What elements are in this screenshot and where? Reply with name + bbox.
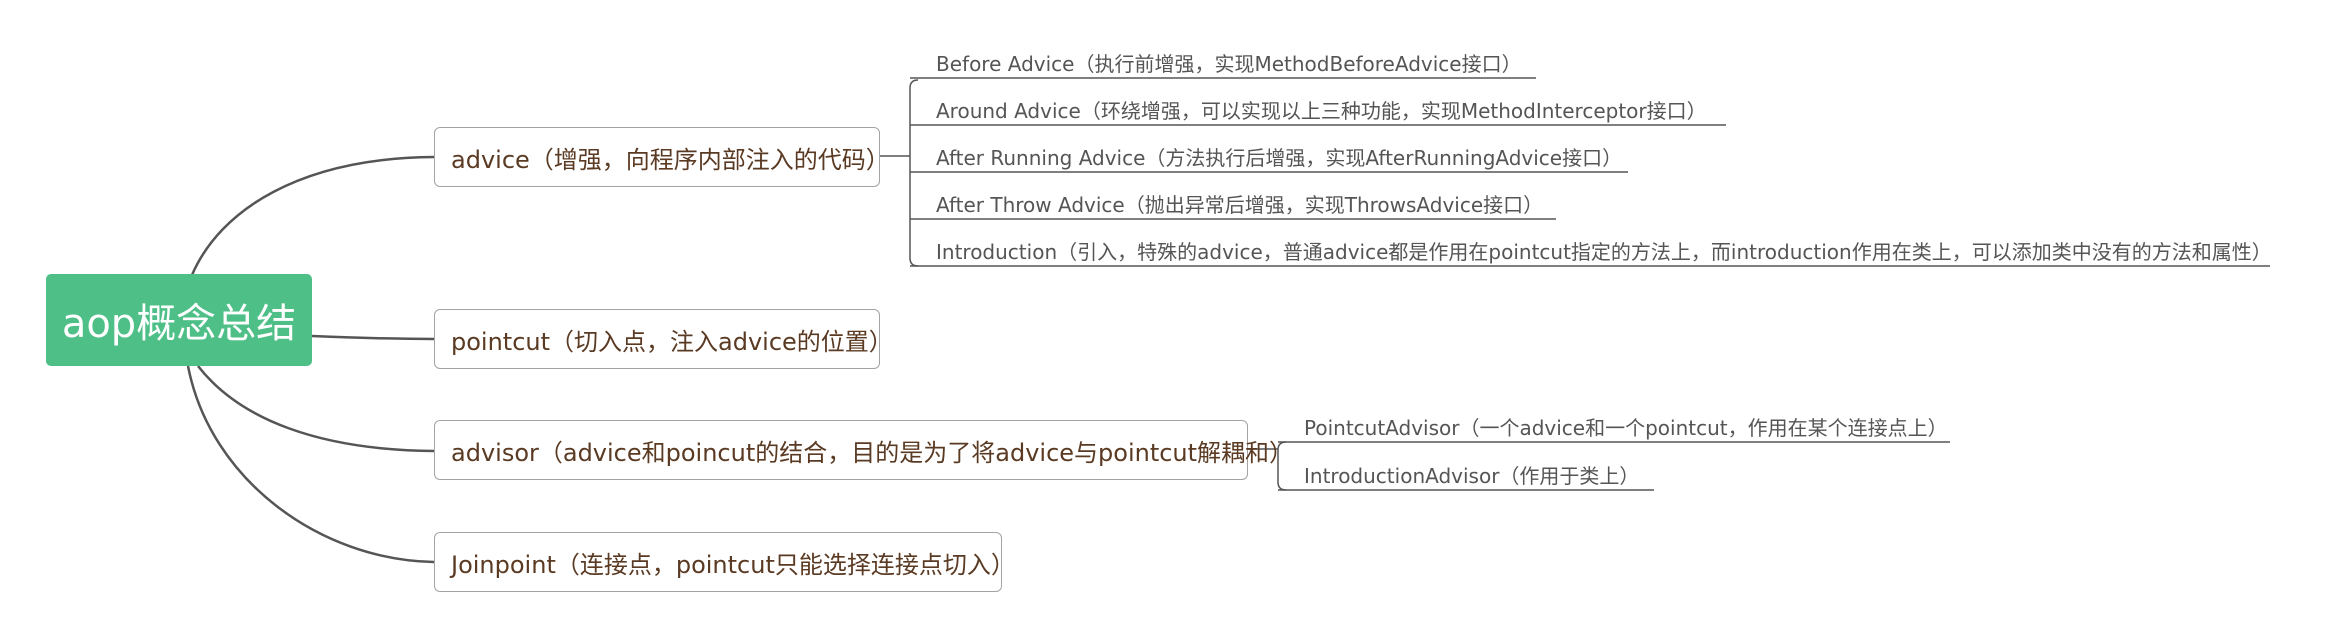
branch-advice[interactable]: advice（增强，向程序内部注入的代码）	[434, 127, 890, 187]
connector-root-pointcut	[311, 334, 435, 341]
connector-root-advisor	[197, 365, 435, 453]
connector-advice-bracket	[909, 79, 919, 267]
leaf-pointcut-advisor[interactable]: PointcutAdvisor（一个advice和一个pointcut，作用在某…	[1304, 416, 1948, 440]
leaf-after-throw-advice[interactable]: After Throw Advice（抛出异常后增强，实现ThrowsAdvic…	[936, 193, 1543, 217]
connector-root-joinpoint	[186, 365, 435, 564]
mind-map-canvas: aop概念总结 advice（增强，向程序内部注入的代码） pointcut（切…	[0, 0, 2328, 640]
branch-joinpoint[interactable]: Joinpoint（连接点，pointcut只能选择连接点切入）	[434, 532, 1015, 592]
leaf-around-advice[interactable]: Around Advice（环绕增强，可以实现以上三种功能，实现MethodIn…	[936, 99, 1707, 123]
branch-advisor[interactable]: advisor（advice和poincut的结合，目的是为了将advice与p…	[434, 420, 1293, 480]
leaf-introduction-advisor[interactable]: IntroductionAdvisor（作用于类上）	[1304, 464, 1639, 488]
leaf-introduction[interactable]: Introduction（引入，特殊的advice，普通advice都是作用在p…	[936, 240, 2272, 264]
leaf-before-advice[interactable]: Before Advice（执行前增强，实现MethodBeforeAdvice…	[936, 52, 1522, 76]
connector-lines	[186, 77, 2270, 564]
root-topic[interactable]: aop概念总结	[46, 274, 312, 366]
connector-root-advice	[190, 155, 435, 276]
branch-pointcut[interactable]: pointcut（切入点，注入advice的位置）	[434, 309, 893, 369]
leaf-after-running-advice[interactable]: After Running Advice（方法执行后增强，实现AfterRunn…	[936, 146, 1622, 170]
